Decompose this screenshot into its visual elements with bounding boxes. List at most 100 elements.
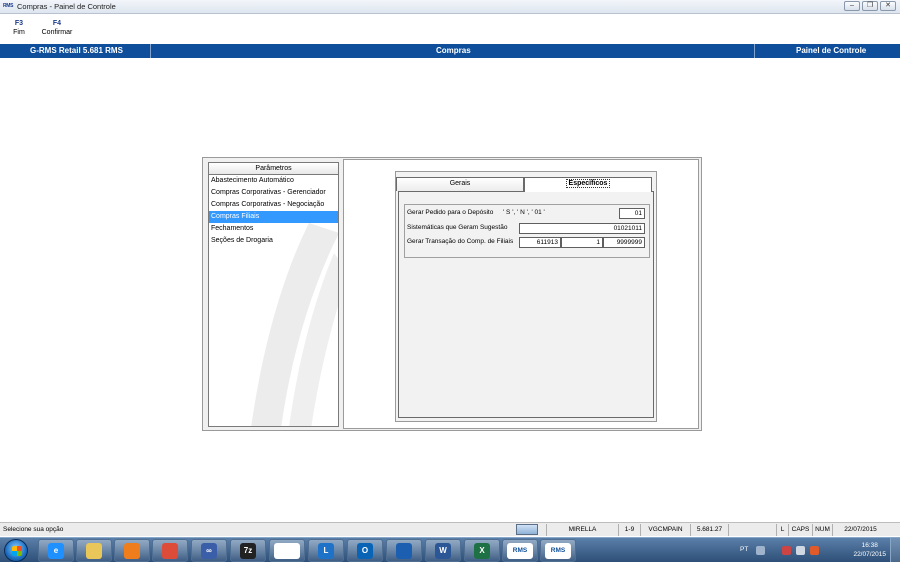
header-divider bbox=[150, 44, 151, 58]
function-key-toolbar: F3 Fim F4 Confirmar bbox=[0, 14, 900, 44]
taskbar-document-button[interactable] bbox=[269, 539, 305, 562]
language-indicator[interactable]: PT bbox=[740, 546, 748, 553]
fim-key: F3 bbox=[14, 20, 24, 27]
7zip-icon: 7z bbox=[240, 542, 256, 559]
keyboard-icon bbox=[516, 524, 538, 535]
transacao-input-1[interactable]: 611913 bbox=[519, 237, 561, 248]
taskbar-file-explorer-button[interactable] bbox=[76, 539, 112, 562]
module-title: Compras bbox=[436, 46, 471, 55]
taskbar-remote-desktop-button[interactable] bbox=[386, 539, 422, 562]
status-bar: Selecione sua opção MIRELLA 1-9 VGCMPAIN… bbox=[0, 522, 900, 536]
clock[interactable]: 16:38 22/07/2015 bbox=[853, 541, 886, 559]
taskbar-word-button[interactable]: W bbox=[425, 539, 461, 562]
minimize-icon[interactable]: – bbox=[844, 1, 860, 11]
taskbar-excel-button[interactable]: X bbox=[464, 539, 500, 562]
show-desktop-button[interactable] bbox=[890, 538, 900, 562]
document-icon bbox=[274, 542, 300, 559]
product-version: G-RMS Retail 5.681 RMS bbox=[30, 46, 123, 55]
taskbar-lync-button[interactable]: L bbox=[308, 539, 344, 562]
screen-title: Painel de Controle bbox=[796, 46, 867, 55]
status-l: L bbox=[776, 524, 788, 536]
list-item-fechamentos[interactable]: Fechamentos bbox=[209, 223, 338, 235]
tab-content: Gerar Pedido para o Depósito ' S ', ' N … bbox=[398, 191, 654, 418]
rms-app-icon: RMS bbox=[507, 542, 533, 559]
tab-gerais-label: Gerais bbox=[449, 180, 471, 187]
status-user: MIRELLA bbox=[546, 524, 618, 536]
window-titlebar: RMS Compras - Painel de Controle – ❐ ✕ bbox=[0, 0, 900, 14]
sistematicas-label: Sistemáticas que Geram Sugestão bbox=[407, 224, 508, 231]
window-title: Compras - Painel de Controle bbox=[17, 2, 116, 11]
status-message: Selecione sua opção bbox=[3, 526, 64, 533]
transacao-input-2[interactable]: 1 bbox=[561, 237, 603, 248]
transacao-input-3[interactable]: 9999999 bbox=[603, 237, 645, 248]
parametros-header: Parâmetros bbox=[209, 163, 338, 175]
taskbar-outlook-button[interactable]: O bbox=[347, 539, 383, 562]
header-divider bbox=[754, 44, 755, 58]
windows-logo-icon bbox=[12, 546, 22, 556]
tab-especificos-label: Específicos bbox=[565, 179, 611, 188]
status-program: VGCMPAIN bbox=[640, 524, 690, 536]
confirmar-label: Confirmar bbox=[41, 29, 73, 36]
status-caps: CAPS bbox=[788, 524, 812, 536]
tab-gerais[interactable]: Gerais bbox=[396, 177, 524, 191]
internet-explorer-icon: e bbox=[48, 542, 64, 559]
status-version: 5.681.27 bbox=[690, 524, 728, 536]
volume-icon[interactable] bbox=[796, 546, 805, 555]
tab-especificos[interactable]: Específicos bbox=[524, 177, 652, 192]
taskbar-rms-app-icon-2-button[interactable]: RMS bbox=[540, 539, 576, 562]
keyboard-layout-icon[interactable] bbox=[756, 546, 765, 555]
taskbar-chrome-button[interactable] bbox=[152, 539, 188, 562]
status-range: 1-9 bbox=[618, 524, 640, 536]
confirmar-button[interactable]: F4 Confirmar bbox=[38, 20, 76, 36]
close-icon[interactable]: ✕ bbox=[880, 1, 896, 11]
taskbar-rms-app-button[interactable]: RMS bbox=[502, 539, 538, 562]
restore-icon[interactable]: ❐ bbox=[862, 1, 878, 11]
remote-desktop-icon bbox=[396, 542, 412, 559]
header-band: G-RMS Retail 5.681 RMS Compras Painel de… bbox=[0, 44, 900, 58]
fim-label: Fim bbox=[13, 29, 25, 36]
taskbar-internet-explorer-button[interactable]: e bbox=[38, 539, 74, 562]
start-button[interactable] bbox=[4, 539, 28, 562]
list-item-compras-corp-negociacao[interactable]: Compras Corporativas - Negociação bbox=[209, 199, 338, 211]
list-item-compras-corp-gerenciador[interactable]: Compras Corporativas - Gerenciador bbox=[209, 187, 338, 199]
gerar-pedido-input[interactable]: 01 bbox=[619, 208, 645, 219]
status-date: 22/07/2015 bbox=[832, 524, 888, 536]
notification-icon[interactable] bbox=[810, 546, 819, 555]
taskbar-media-player-button[interactable] bbox=[114, 539, 150, 562]
list-item-abastecimento[interactable]: Abastecimento Automático bbox=[209, 175, 338, 187]
fim-button[interactable]: F3 Fim bbox=[8, 20, 30, 36]
sistematicas-input[interactable]: 01021011 bbox=[519, 223, 645, 234]
confirmar-key: F4 bbox=[52, 20, 62, 27]
chrome-icon bbox=[162, 542, 178, 559]
window-controls: – ❐ ✕ bbox=[844, 1, 896, 11]
gerar-transacao-label: Gerar Transação do Comp. de Filiais bbox=[407, 238, 514, 245]
media-player-icon bbox=[124, 542, 140, 559]
lync-icon: L bbox=[318, 542, 334, 559]
especificos-fields: Gerar Pedido para o Depósito ' S ', ' N … bbox=[404, 204, 650, 258]
rms-logo-icon: RMS bbox=[3, 3, 14, 9]
taskbar-7zip-button[interactable]: 7z bbox=[230, 539, 266, 562]
outlook-icon: O bbox=[357, 542, 373, 559]
system-tray: PT 16:38 22/07/2015 bbox=[740, 538, 900, 562]
status-num: NUM bbox=[812, 524, 832, 536]
file-explorer-icon bbox=[86, 542, 102, 559]
watermark-logo bbox=[251, 223, 338, 426]
control-panel: Parâmetros Abastecimento Automático Comp… bbox=[202, 157, 702, 431]
gerar-pedido-hint: ' S ', ' N ', ' 01 ' bbox=[503, 209, 545, 216]
taskbar: e ∞ 7z L O W X RMS RMS PT 16:38 22/07/2015 bbox=[0, 537, 900, 562]
tab-container: Gerais Específicos Gerar Pedido para o D… bbox=[395, 171, 657, 422]
clock-time: 16:38 bbox=[861, 542, 878, 549]
network-icon[interactable] bbox=[782, 546, 791, 555]
parametros-list: Parâmetros Abastecimento Automático Comp… bbox=[208, 162, 339, 427]
taskbar-infinity-app-button[interactable]: ∞ bbox=[191, 539, 227, 562]
clock-date: 22/07/2015 bbox=[853, 551, 886, 558]
status-blank bbox=[728, 524, 776, 536]
details-panel: Gerais Específicos Gerar Pedido para o D… bbox=[343, 159, 699, 429]
gerar-pedido-label: Gerar Pedido para o Depósito bbox=[407, 209, 494, 216]
word-icon: W bbox=[435, 542, 451, 559]
list-item-compras-filiais[interactable]: Compras Filiais bbox=[209, 211, 338, 223]
rms-app-icon-2: RMS bbox=[545, 542, 571, 559]
list-item-secoes-drogaria[interactable]: Seções de Drogaria bbox=[209, 235, 338, 247]
infinity-app-icon: ∞ bbox=[201, 542, 217, 559]
excel-icon: X bbox=[474, 542, 490, 559]
